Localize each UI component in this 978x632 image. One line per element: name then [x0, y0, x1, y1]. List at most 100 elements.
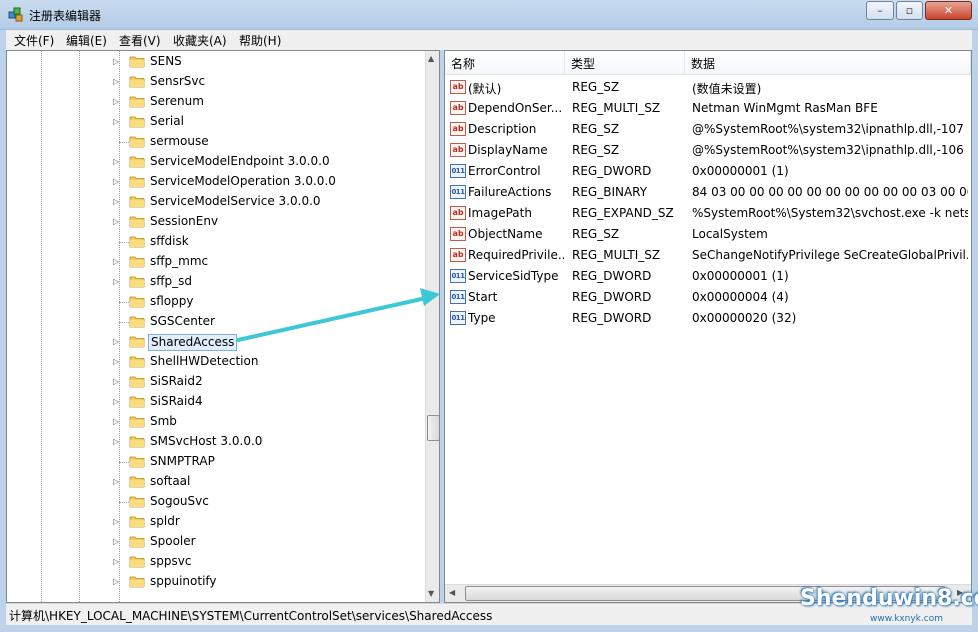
expand-arrow-icon[interactable]: ▷: [113, 76, 123, 88]
registry-value-row[interactable]: ab RequiredPrivile... REG_MULTI_SZ SeChange…: [445, 245, 971, 266]
expand-arrow-icon[interactable]: ▷: [113, 556, 123, 568]
string-value-icon: ab: [450, 80, 466, 94]
expand-arrow-icon[interactable]: ▷: [113, 416, 123, 428]
expand-arrow-icon[interactable]: ▷: [113, 356, 123, 368]
tree-node[interactable]: ▷ ServiceModelEndpoint 3.0.0.0: [7, 152, 425, 172]
tree-connector: [119, 302, 129, 303]
expand-arrow-icon[interactable]: ▷: [113, 516, 123, 528]
tree-node[interactable]: ▷ SharedAccess: [7, 332, 425, 352]
scroll-up-icon[interactable]: ▲: [428, 54, 434, 63]
expand-arrow-icon[interactable]: ▷: [113, 156, 123, 168]
value-name: ImagePath: [468, 206, 532, 220]
tree-node[interactable]: ▷ SMSvcHost 3.0.0.0: [7, 432, 425, 452]
tree-node[interactable]: ▷ spldr: [7, 512, 425, 532]
expand-arrow-icon[interactable]: ▷: [113, 196, 123, 208]
tree-node[interactable]: ▷ sppuinotify: [7, 572, 425, 592]
tree-node[interactable]: SNMPTRAP: [7, 452, 425, 472]
tree-node[interactable]: ▷ SENS: [7, 52, 425, 72]
expand-arrow-icon[interactable]: ▷: [113, 396, 123, 408]
expand-arrow-icon[interactable]: ▷: [113, 176, 123, 188]
tree-node[interactable]: ▷ sffp_mmc: [7, 252, 425, 272]
registry-value-row[interactable]: ab ImagePath REG_EXPAND_SZ %SystemRoot%\Sys…: [445, 203, 971, 224]
tree-node[interactable]: ▷ SiSRaid2: [7, 372, 425, 392]
registry-value-row[interactable]: 011 ErrorControl REG_DWORD 0x00000001 (1): [445, 161, 971, 182]
column-header-name[interactable]: 名称: [445, 51, 565, 75]
key-tree[interactable]: ▷ SENS ▷ SensrSvc ▷ Serenum ▷ Serial sermouse ▷ Se…: [6, 50, 440, 603]
folder-icon: [129, 216, 145, 228]
menu-edit[interactable]: 编辑(E): [66, 32, 107, 49]
tree-node-label: SogouSvc: [150, 494, 209, 508]
column-header-data[interactable]: 数据: [685, 51, 971, 75]
tree-node-label: spldr: [150, 514, 180, 528]
tree-node[interactable]: ▷ sffp_sd: [7, 272, 425, 292]
registry-value-row[interactable]: ab (默认) REG_SZ (数值未设置): [445, 77, 971, 98]
value-name: FailureActions: [468, 185, 552, 199]
value-data: %SystemRoot%\System32\svchost.exe -k net…: [692, 206, 968, 220]
folder-icon: [129, 276, 145, 288]
registry-value-row[interactable]: ab ObjectName REG_SZ LocalSystem: [445, 224, 971, 245]
tree-node[interactable]: sermouse: [7, 132, 425, 152]
tree-node-label: ServiceModelService 3.0.0.0: [150, 194, 321, 208]
menu-help[interactable]: 帮助(H): [239, 32, 281, 49]
registry-value-row[interactable]: 011 FailureActions REG_BINARY 84 03 00 00 0…: [445, 182, 971, 203]
scroll-down-icon[interactable]: ▼: [428, 589, 434, 598]
maximize-button[interactable]: ▫: [896, 1, 923, 20]
registry-value-row[interactable]: 011 Start REG_DWORD 0x00000004 (4): [445, 287, 971, 308]
folder-icon: [129, 376, 145, 388]
registry-value-row[interactable]: 011 Type REG_DWORD 0x00000020 (32): [445, 308, 971, 329]
tree-node[interactable]: sfloppy: [7, 292, 425, 312]
value-data: 0x00000001 (1): [692, 164, 789, 178]
tree-node-label: ServiceModelOperation 3.0.0.0: [150, 174, 336, 188]
registry-value-row[interactable]: ab Description REG_SZ @%SystemRoot%\system3…: [445, 119, 971, 140]
value-list[interactable]: 名称 类型 数据 ab (默认) REG_SZ (数值未设置) ab DependOnSe…: [444, 50, 972, 603]
close-button[interactable]: ✕: [925, 1, 972, 20]
string-value-icon: ab: [450, 101, 466, 115]
registry-value-row[interactable]: 011 ServiceSidType REG_DWORD 0x00000001 (1): [445, 266, 971, 287]
tree-node[interactable]: ▷ Smb: [7, 412, 425, 432]
tree-node[interactable]: ▷ Serenum: [7, 92, 425, 112]
tree-node[interactable]: ▷ Serial: [7, 112, 425, 132]
scroll-left-icon[interactable]: ◀: [449, 588, 455, 597]
tree-node[interactable]: ▷ ServiceModelService 3.0.0.0: [7, 192, 425, 212]
value-type: REG_DWORD: [572, 269, 652, 283]
expand-arrow-icon[interactable]: ▷: [113, 336, 123, 348]
expand-arrow-icon[interactable]: ▷: [113, 576, 123, 588]
expand-arrow-icon[interactable]: ▷: [113, 96, 123, 108]
value-name: ErrorControl: [468, 164, 541, 178]
value-type: REG_DWORD: [572, 290, 652, 304]
expand-arrow-icon[interactable]: ▷: [113, 56, 123, 68]
registry-value-row[interactable]: ab DependOnSer... REG_MULTI_SZ Netman WinMg…: [445, 98, 971, 119]
tree-node-label: sppuinotify: [150, 574, 217, 588]
tree-vertical-scrollbar[interactable]: ▲ ▼: [425, 51, 439, 602]
minimize-button[interactable]: –: [866, 1, 894, 20]
tree-scroll-thumb[interactable]: [427, 415, 439, 441]
menu-bar: 文件(F) 编辑(E) 查看(V) 收藏夹(A) 帮助(H): [6, 30, 972, 50]
expand-arrow-icon[interactable]: ▷: [113, 276, 123, 288]
tree-connector: [119, 322, 129, 323]
expand-arrow-icon[interactable]: ▷: [113, 116, 123, 128]
menu-favorites[interactable]: 收藏夹(A): [173, 32, 227, 49]
tree-node[interactable]: SogouSvc: [7, 492, 425, 512]
expand-arrow-icon[interactable]: ▷: [113, 476, 123, 488]
expand-arrow-icon[interactable]: ▷: [113, 436, 123, 448]
tree-node[interactable]: sffdisk: [7, 232, 425, 252]
tree-node[interactable]: SGSCenter: [7, 312, 425, 332]
tree-node[interactable]: ▷ SessionEnv: [7, 212, 425, 232]
expand-arrow-icon[interactable]: ▷: [113, 536, 123, 548]
tree-node[interactable]: ▷ SiSRaid4: [7, 392, 425, 412]
value-type: REG_MULTI_SZ: [572, 248, 661, 262]
tree-node[interactable]: ▷ SensrSvc: [7, 72, 425, 92]
tree-node[interactable]: ▷ softaal: [7, 472, 425, 492]
tree-node[interactable]: ▷ sppsvc: [7, 552, 425, 572]
tree-node[interactable]: ▷ ServiceModelOperation 3.0.0.0: [7, 172, 425, 192]
registry-value-row[interactable]: ab DisplayName REG_SZ @%SystemRoot%\system3…: [445, 140, 971, 161]
expand-arrow-icon[interactable]: ▷: [113, 216, 123, 228]
menu-view[interactable]: 查看(V): [119, 32, 161, 49]
column-header-type[interactable]: 类型: [565, 51, 685, 75]
menu-file[interactable]: 文件(F): [14, 32, 54, 49]
expand-arrow-icon[interactable]: ▷: [113, 256, 123, 268]
expand-arrow-icon[interactable]: ▷: [113, 376, 123, 388]
tree-node[interactable]: ▷ ShellHWDetection: [7, 352, 425, 372]
value-name: Start: [468, 290, 498, 304]
tree-node[interactable]: ▷ Spooler: [7, 532, 425, 552]
